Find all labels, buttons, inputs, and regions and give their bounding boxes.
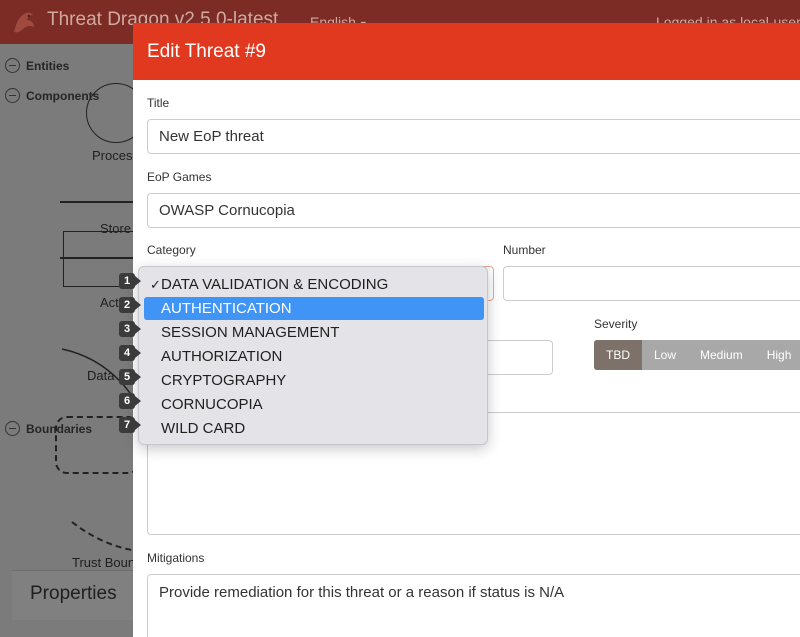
annotation-badge: 4: [119, 345, 141, 361]
number-input[interactable]: [503, 266, 800, 301]
modal-title: Edit Threat #9: [147, 41, 267, 62]
category-option-authentication[interactable]: AUTHENTICATION: [144, 297, 484, 320]
option-label: DATA VALIDATION & ENCODING: [161, 276, 389, 293]
severity-high-button[interactable]: High: [755, 340, 800, 370]
modal-header: Edit Threat #9: [133, 23, 800, 80]
option-label: CRYPTOGRAPHY: [161, 372, 287, 389]
collapse-circle-icon: [5, 88, 20, 103]
severity-label: Severity: [594, 317, 638, 331]
annotation-badge: 5: [119, 369, 141, 385]
dataflow-label: Data: [87, 368, 115, 383]
process-label: Proces: [92, 148, 133, 163]
eop-games-value: OWASP Cornucopia: [159, 202, 295, 219]
boundary-curve-shape[interactable]: [70, 520, 133, 560]
severity-button-group: TBD Low Medium High: [594, 340, 800, 370]
category-option-cornucopia[interactable]: CORNUCOPIA: [144, 393, 484, 416]
mitigations-label: Mitigations: [147, 551, 205, 565]
actor-label: Act: [100, 295, 119, 310]
title-value: New EoP threat: [159, 128, 264, 145]
annotation-badge: 1: [119, 273, 141, 289]
severity-medium-button[interactable]: Medium: [688, 340, 755, 370]
option-label: CORNUCOPIA: [161, 396, 263, 413]
properties-title: Properties: [30, 583, 117, 604]
category-label: Category: [147, 243, 196, 257]
option-label: WILD CARD: [161, 420, 246, 437]
number-label: Number: [503, 243, 546, 257]
section-label: Entities: [26, 58, 70, 73]
category-option-wild-card[interactable]: WILD CARD: [144, 417, 484, 440]
annotation-badge: 2: [119, 297, 141, 313]
dragon-logo-icon: [14, 12, 34, 33]
title-input[interactable]: New EoP threat: [147, 119, 800, 154]
checkmark-icon: ✓: [150, 276, 161, 292]
collapse-circle-icon: [5, 58, 20, 73]
option-label: SESSION MANAGEMENT: [161, 324, 340, 341]
category-option-cryptography[interactable]: CRYPTOGRAPHY: [144, 369, 484, 392]
eop-games-label: EoP Games: [147, 170, 212, 184]
severity-tbd-button[interactable]: TBD: [594, 340, 642, 370]
section-entities[interactable]: Entities: [5, 58, 69, 73]
category-option-session-management[interactable]: SESSION MANAGEMENT: [144, 321, 484, 344]
category-option-data-validation[interactable]: ✓ DATA VALIDATION & ENCODING: [144, 273, 484, 296]
annotation-badge: 3: [119, 321, 141, 337]
mitigations-textarea[interactable]: Provide remediation for this threat or a…: [147, 574, 800, 637]
mitigations-value: Provide remediation for this threat or a…: [159, 584, 565, 601]
eop-games-select[interactable]: OWASP Cornucopia: [147, 193, 800, 228]
annotation-badge: 7: [119, 417, 141, 433]
store-top-line: [60, 201, 140, 203]
section-components[interactable]: Components: [5, 88, 99, 103]
category-option-authorization[interactable]: AUTHORIZATION: [144, 345, 484, 368]
annotation-badge: 6: [119, 393, 141, 409]
title-label: Title: [147, 96, 170, 110]
option-label: AUTHENTICATION: [161, 300, 292, 317]
category-dropdown-menu: ✓ DATA VALIDATION & ENCODING AUTHENTICATI…: [138, 266, 488, 445]
severity-low-button[interactable]: Low: [642, 340, 688, 370]
collapse-circle-icon: [5, 421, 20, 436]
option-label: AUTHORIZATION: [161, 348, 283, 365]
boundary-label: Trust Boun: [72, 555, 136, 570]
